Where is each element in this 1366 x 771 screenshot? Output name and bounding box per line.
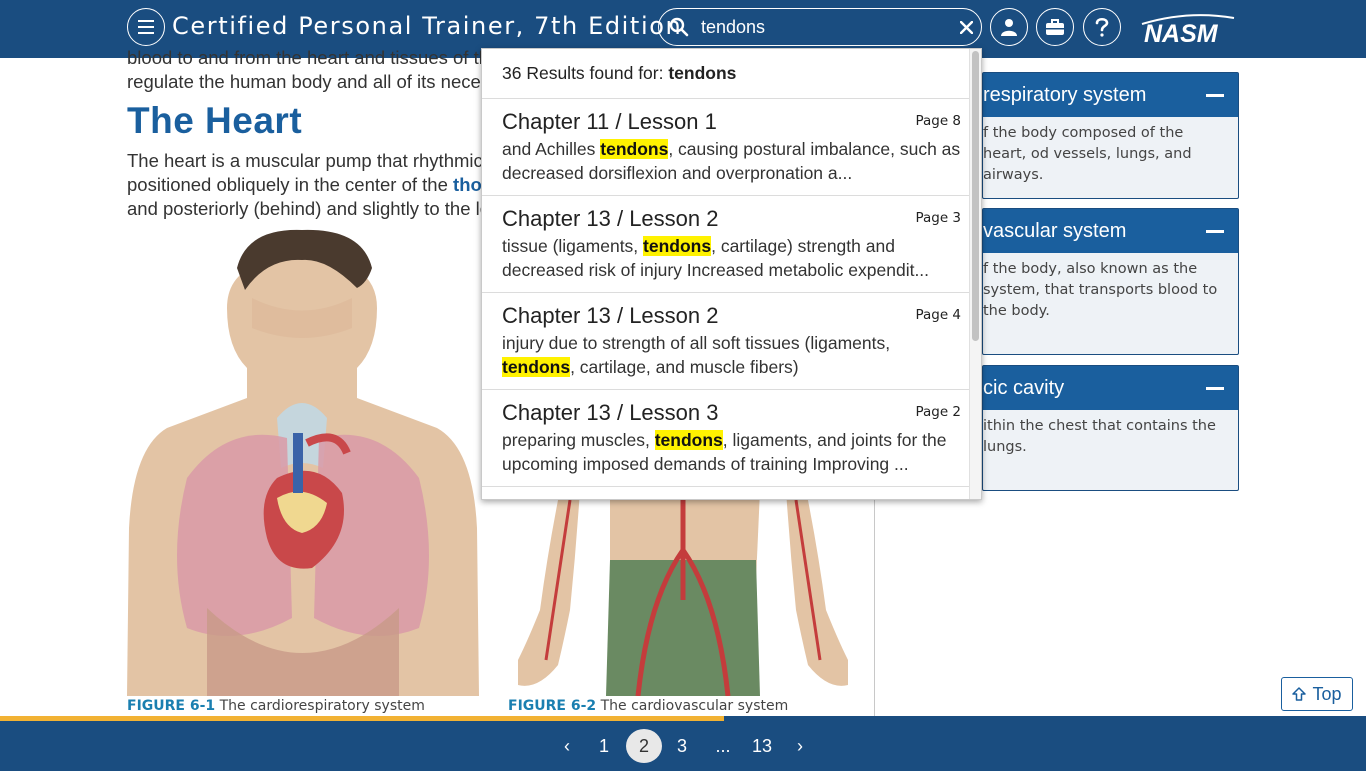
snippet-text: and Achilles [502, 139, 601, 159]
collapse-icon[interactable] [1206, 230, 1224, 233]
arrow-up-icon [1292, 687, 1307, 701]
body-line: positioned obliquely in the center of th… [127, 173, 487, 197]
glossary-definition: f the body, also known as the system, th… [983, 261, 1218, 319]
page-ellipsis: ... [715, 735, 731, 756]
collapse-icon[interactable] [1206, 94, 1224, 97]
snippet-text: injury due to strength of all soft tissu… [502, 333, 891, 353]
search-clear-button[interactable] [956, 17, 976, 37]
glossary-term: cic cavity [983, 377, 1065, 399]
figure-cardiovascular-image [518, 490, 848, 696]
results-term: tendons [668, 63, 737, 83]
briefcase-icon [1046, 19, 1064, 35]
page-button[interactable]: 3 [670, 729, 694, 763]
body-line: The heart is a muscular pump that rhythm… [127, 150, 487, 171]
nasm-logo[interactable]: NASM [1138, 12, 1238, 44]
snippet-text: , cartilage, and muscle fibers) [570, 357, 799, 377]
result-snippet: and Achilles tendons, causing postural i… [502, 137, 961, 185]
result-title: Chapter 11 / Lesson 1 [502, 109, 717, 134]
glossary-definition: ithin the chest that contains the lungs. [983, 418, 1216, 455]
glossary-card: respiratory system f the body composed o… [982, 72, 1239, 199]
page-button[interactable]: 13 [748, 729, 776, 763]
help-icon [1095, 17, 1109, 37]
search-results-dropdown: 36 Results found for: tendons Chapter 11… [481, 48, 982, 500]
section-heading: The Heart [127, 100, 303, 141]
results-scrollbar-thumb[interactable] [972, 51, 979, 341]
search-result[interactable]: Chapter 13 / Lesson 2 Page 3 tissue (lig… [482, 196, 981, 293]
search-box[interactable] [658, 8, 982, 46]
glossary-card-header[interactable]: cic cavity [983, 366, 1238, 410]
toolbox-button[interactable] [1036, 8, 1074, 46]
figure-caption-text: The cardiorespiratory system [219, 698, 425, 714]
glossary-definition: f the body composed of the heart, od ves… [983, 125, 1192, 183]
glossary-card: cic cavity ithin the chest that contains… [982, 365, 1239, 491]
logo-text: NASM [1144, 20, 1219, 44]
glossary-term: respiratory system [983, 84, 1147, 106]
figure-caption: FIGURE 6-1 The cardiorespiratory system [127, 698, 425, 714]
back-to-top-button[interactable]: Top [1281, 677, 1353, 711]
figure-number: FIGURE 6-1 [127, 698, 216, 714]
glossary-card-header[interactable]: respiratory system [983, 73, 1238, 117]
back-to-top-label: Top [1312, 683, 1342, 704]
help-button[interactable] [1083, 8, 1121, 46]
search-result[interactable]: Chapter 13 / Lesson 2 Page 4 injury due … [482, 293, 981, 390]
results-count: 36 Results found for: [502, 63, 664, 83]
account-button[interactable] [990, 8, 1028, 46]
glossary-card: vascular system f the body, also known a… [982, 208, 1239, 355]
clear-icon [959, 20, 973, 34]
prev-page-button[interactable]: ‹ [556, 729, 578, 763]
result-page: Page 8 [915, 113, 961, 129]
page-button-current[interactable]: 2 [626, 729, 662, 763]
book-title: Certified Personal Trainer, 7th Edition [172, 12, 683, 40]
result-snippet: tissue (ligaments, tendons, cartilage) s… [502, 234, 961, 282]
column-divider [874, 480, 875, 716]
snippet-highlight: tendons [643, 236, 712, 256]
chevron-right-icon: › [797, 735, 803, 756]
menu-button[interactable] [127, 8, 165, 46]
menu-icon [138, 20, 154, 34]
snippet-text: preparing muscles, [502, 430, 655, 450]
results-scrollbar[interactable] [969, 49, 981, 499]
result-snippet: preparing muscles, tendons, ligaments, a… [502, 428, 961, 476]
chevron-left-icon: ‹ [564, 735, 570, 756]
page-button[interactable]: 1 [592, 729, 616, 763]
search-input[interactable] [701, 15, 941, 39]
snippet-highlight: tendons [502, 357, 571, 377]
result-page: Page 3 [915, 210, 961, 226]
result-page: Page 2 [915, 404, 961, 420]
results-summary: 36 Results found for: tendons [482, 49, 981, 99]
result-page: Page 4 [915, 307, 961, 323]
result-title: Chapter 13 / Lesson 2 [502, 206, 719, 231]
figure-cardiorespiratory-image [127, 229, 479, 696]
user-icon [1001, 19, 1017, 36]
figure-caption: FIGURE 6-2 The cardiovascular system [508, 698, 788, 714]
search-result[interactable]: Chapter 11 / Lesson 1 Page 8 and Achille… [482, 99, 981, 196]
result-snippet: injury due to strength of all soft tissu… [502, 331, 961, 379]
next-page-button[interactable]: › [789, 729, 811, 763]
glossary-card-header[interactable]: vascular system [983, 209, 1238, 253]
search-result[interactable]: Chapter 13 / Lesson 3 Page 2 preparing m… [482, 390, 981, 487]
snippet-highlight: tendons [654, 430, 723, 450]
result-title: Chapter 13 / Lesson 2 [502, 303, 719, 328]
body-line: and posteriorly (behind) and slightly to… [127, 198, 487, 219]
search-icon[interactable] [669, 17, 689, 37]
glossary-term: vascular system [983, 220, 1127, 242]
snippet-highlight: tendons [600, 139, 669, 159]
snippet-text: tissue (ligaments, [502, 236, 644, 256]
figure-number: FIGURE 6-2 [508, 698, 597, 714]
body-paragraph: The heart is a muscular pump that rhythm… [127, 149, 487, 221]
collapse-icon[interactable] [1206, 387, 1224, 390]
pagination-bar: ‹ 1 2 3 ... 13 › [0, 721, 1366, 771]
figure-caption-text: The cardiovascular system [600, 698, 789, 714]
body-line-text: positioned obliquely in the center of th… [127, 174, 448, 195]
result-title: Chapter 13 / Lesson 3 [502, 400, 719, 425]
